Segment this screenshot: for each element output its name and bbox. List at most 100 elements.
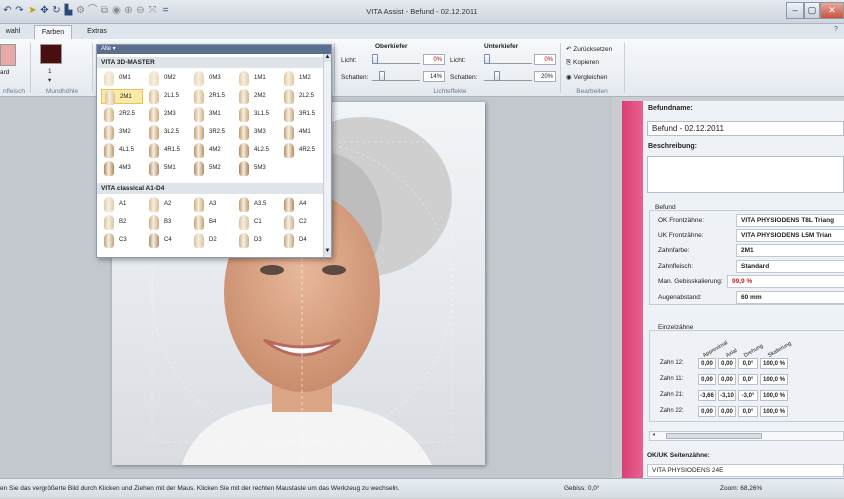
zahnfleisch-value[interactable]: Standard bbox=[736, 260, 844, 273]
shade-option[interactable]: C2 bbox=[281, 215, 323, 230]
zahn-value-field[interactable]: 100,0 % bbox=[760, 374, 788, 385]
shade-option[interactable]: 1M2 bbox=[281, 71, 323, 86]
shade-option[interactable]: 0M1 bbox=[101, 71, 143, 86]
zahn-value-field[interactable]: 0,0° bbox=[738, 374, 758, 385]
minimize-button[interactable]: – bbox=[786, 2, 804, 19]
shade-option[interactable]: 4L2.5 bbox=[236, 143, 278, 158]
uk-licht-slider[interactable] bbox=[484, 54, 532, 64]
shade-option[interactable]: 2L1.5 bbox=[146, 89, 188, 104]
shade-option[interactable]: B2 bbox=[101, 215, 143, 230]
shade-option[interactable]: D3 bbox=[236, 233, 278, 248]
zahn-value-field[interactable]: 0,0° bbox=[738, 406, 758, 417]
shade-option[interactable]: 3M1 bbox=[191, 107, 233, 122]
reset-button[interactable]: ↶ Zurücksetzen bbox=[566, 45, 612, 53]
ok-frontzaehne-value[interactable]: VITA PHYSIODENS T8L Triang bbox=[736, 214, 844, 227]
shade-option[interactable]: 5M2 bbox=[191, 161, 233, 176]
scroll-down-icon[interactable]: ▼ bbox=[324, 248, 331, 256]
ok-schatten-percent[interactable]: 14% bbox=[423, 71, 445, 82]
zahn-value-field[interactable]: -3,0° bbox=[738, 390, 758, 401]
shade-option[interactable]: 4R1.5 bbox=[146, 143, 188, 158]
shade-option[interactable]: 5M1 bbox=[146, 161, 188, 176]
ok-licht-slider[interactable] bbox=[372, 54, 420, 64]
uk-licht-percent[interactable]: 0% bbox=[534, 54, 556, 65]
shade-option[interactable]: 2R1.5 bbox=[191, 89, 233, 104]
help-icon[interactable]: ? bbox=[834, 26, 838, 33]
mouth-color-swatch[interactable] bbox=[40, 44, 62, 64]
shade-option[interactable]: 2M3 bbox=[146, 107, 188, 122]
shade-option[interactable]: A1 bbox=[101, 197, 143, 212]
horizontal-scrollbar[interactable]: ◂ bbox=[649, 431, 844, 441]
zahn-value-field[interactable]: 100,0 % bbox=[760, 358, 788, 369]
zahn-value-field[interactable]: 0,00 bbox=[698, 358, 716, 369]
shade-option[interactable]: C3 bbox=[101, 233, 143, 248]
zahn-value-field[interactable]: 100,0 % bbox=[760, 390, 788, 401]
zahn-value-field[interactable]: -3,10 bbox=[718, 390, 736, 401]
shade-option[interactable]: C4 bbox=[146, 233, 188, 248]
gebisskalierung-value[interactable]: 99,9 % bbox=[727, 275, 844, 288]
shade-option[interactable]: 2M1 bbox=[101, 89, 143, 105]
shade-option[interactable]: B4 bbox=[191, 215, 233, 230]
shade-option[interactable]: 3R2.5 bbox=[191, 125, 233, 140]
befundname-input[interactable]: Befund - 02.12.2011 bbox=[647, 121, 844, 136]
close-button[interactable]: ✕ bbox=[820, 2, 844, 19]
shade-option[interactable]: A3 bbox=[191, 197, 233, 212]
shade-option[interactable]: 2R2.5 bbox=[101, 107, 143, 122]
uk-frontzaehne-value[interactable]: VITA PHYSIODENS L5M Trian bbox=[736, 229, 844, 242]
shade-option[interactable]: A3.5 bbox=[236, 197, 278, 212]
shade-option[interactable]: 4M2 bbox=[191, 143, 233, 158]
zahn-value-field[interactable]: 0,00 bbox=[698, 406, 716, 417]
shade-option[interactable]: 3M3 bbox=[236, 125, 278, 140]
scroll-left-icon[interactable]: ◂ bbox=[652, 431, 655, 438]
chevron-down-icon[interactable]: ▾ bbox=[48, 76, 51, 84]
tab-auswahl[interactable]: wahl bbox=[0, 25, 26, 39]
palette-scrollbar[interactable]: ▲ ▼ bbox=[323, 54, 331, 257]
shade-option[interactable]: 2L2.5 bbox=[281, 89, 323, 104]
shade-option[interactable]: A4 bbox=[281, 197, 323, 212]
shade-option[interactable]: 3M2 bbox=[101, 125, 143, 140]
scroll-up-icon[interactable]: ▲ bbox=[324, 54, 331, 62]
shade-option[interactable]: D4 bbox=[281, 233, 323, 248]
ok-schatten-slider[interactable] bbox=[372, 71, 420, 81]
scroll-thumb[interactable] bbox=[666, 433, 762, 439]
zahn-value-field[interactable]: 0,00 bbox=[718, 358, 736, 369]
shade-option[interactable]: 0M3 bbox=[191, 71, 233, 86]
zahn-value-field[interactable]: 0,00 bbox=[718, 406, 736, 417]
tab-extras[interactable]: Extras bbox=[82, 25, 112, 39]
beschreibung-textarea[interactable] bbox=[647, 156, 844, 193]
shade-option[interactable]: 3L2.5 bbox=[146, 125, 188, 140]
zahn-value-field[interactable]: 100,0 % bbox=[760, 406, 788, 417]
maximize-button[interactable]: ▢ bbox=[804, 2, 820, 19]
ok-licht-label: Licht: bbox=[341, 57, 357, 64]
shade-option[interactable]: 1M1 bbox=[236, 71, 278, 86]
shade-option[interactable]: 0M2 bbox=[146, 71, 188, 86]
shade-option[interactable]: 4M1 bbox=[281, 125, 323, 140]
zahn-value-field[interactable]: -3,66 bbox=[698, 390, 716, 401]
uk-schatten-slider[interactable] bbox=[484, 71, 532, 81]
panel-side-tab[interactable] bbox=[622, 101, 643, 478]
tooth-icon bbox=[149, 71, 159, 86]
copy-button[interactable]: ⎘ Kopieren bbox=[566, 59, 599, 67]
tab-farben[interactable]: Farben bbox=[34, 25, 72, 39]
augenabstand-value[interactable]: 60 mm bbox=[736, 291, 844, 304]
ok-licht-percent[interactable]: 0% bbox=[423, 54, 445, 65]
shade-option[interactable]: 2M2 bbox=[236, 89, 278, 104]
compare-button[interactable]: ◉ Vergleichen bbox=[566, 73, 607, 81]
shade-option[interactable]: D2 bbox=[191, 233, 233, 248]
shade-option[interactable]: 5M3 bbox=[236, 161, 278, 176]
zahn-value-field[interactable]: 0,0° bbox=[738, 358, 758, 369]
shade-option[interactable]: 3R1.5 bbox=[281, 107, 323, 122]
seitenzaehne-select[interactable]: VITA PHYSIODENS 24E bbox=[647, 464, 844, 477]
shade-option[interactable]: C1 bbox=[236, 215, 278, 230]
shade-option[interactable]: 4M3 bbox=[101, 161, 143, 176]
shade-option[interactable]: 4R2.5 bbox=[281, 143, 323, 158]
zahn-value-field[interactable]: 0,00 bbox=[698, 374, 716, 385]
zahnfarbe-value[interactable]: 2M1 bbox=[736, 244, 844, 257]
gum-color-swatch[interactable] bbox=[0, 44, 16, 66]
shade-option[interactable]: 3L1.5 bbox=[236, 107, 278, 122]
shade-option[interactable]: 4L1.5 bbox=[101, 143, 143, 158]
shade-option[interactable]: B3 bbox=[146, 215, 188, 230]
palette-filter[interactable]: Alle ▾ bbox=[97, 45, 331, 54]
uk-schatten-percent[interactable]: 20% bbox=[534, 71, 556, 82]
shade-option[interactable]: A2 bbox=[146, 197, 188, 212]
zahn-value-field[interactable]: 0,00 bbox=[718, 374, 736, 385]
